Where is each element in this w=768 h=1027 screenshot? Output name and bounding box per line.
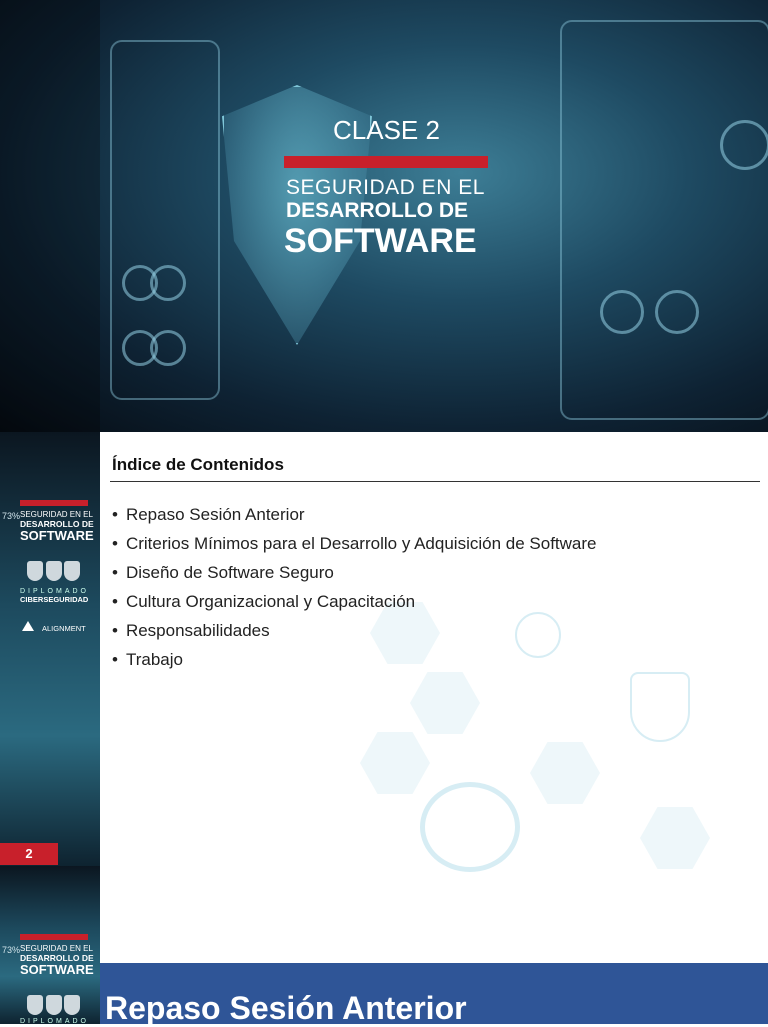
sidebar-line3: SOFTWARE (20, 528, 94, 543)
ciberseguridad-label: CIBERSEGURIDAD (20, 595, 89, 604)
heading-divider (110, 481, 760, 482)
red-divider (20, 500, 88, 506)
university-logo (64, 561, 80, 581)
university-logo (64, 995, 80, 1015)
university-logo (46, 561, 62, 581)
list-item: Diseño de Software Seguro (112, 562, 596, 591)
hud-panel (0, 0, 100, 432)
lock-icon (420, 782, 520, 872)
alignment-logo-icon (22, 621, 34, 631)
red-divider (284, 156, 488, 168)
list-item: Trabajo (112, 649, 596, 678)
cover-subtitle-1: SEGURIDAD EN EL (286, 176, 485, 199)
list-item: Repaso Sesión Anterior (112, 504, 596, 533)
hexagon-decoration (530, 742, 600, 804)
red-divider (20, 934, 88, 940)
lock-shield-icon (630, 672, 690, 742)
list-item: Cultura Organizacional y Capacitación (112, 591, 596, 620)
cover-subtitle-2: DESARROLLO DE (286, 199, 469, 222)
diplomado-label: DIPLOMADO (20, 588, 90, 595)
university-logo (27, 561, 43, 581)
slide-sidebar: 73% SEGURIDAD EN EL DESARROLLO DE SOFTWA… (0, 432, 100, 866)
cover-subtitle-3: SOFTWARE (284, 222, 477, 260)
sidebar-line3: SOFTWARE (20, 962, 94, 977)
hud-ring (655, 290, 699, 334)
hud-panel (560, 20, 768, 420)
page-number: 2 (0, 843, 58, 865)
percent-readout: 73% (2, 511, 21, 521)
sidebar-line1: SEGURIDAD EN EL (20, 510, 93, 519)
hexagon-decoration (410, 672, 480, 734)
hexagon-decoration (640, 807, 710, 869)
hexagon-decoration (360, 732, 430, 794)
university-logo (46, 995, 62, 1015)
slide-sidebar: 73% SEGURIDAD EN EL DESARROLLO DE SOFTWA… (0, 866, 100, 1024)
diplomado-label: DIPLOMADO (20, 1018, 90, 1024)
hud-ring (600, 290, 644, 334)
class-label: CLASE 2 (333, 115, 440, 145)
hud-ring (150, 330, 186, 366)
university-logo (27, 995, 43, 1015)
alignment-label: ALIGNMENT (42, 624, 86, 633)
hud-ring (720, 120, 768, 170)
section-banner: Repaso Sesión Anterior (100, 963, 768, 1026)
index-heading: Índice de Contenidos (112, 455, 284, 474)
cover-slide: CLASE 2 SEGURIDAD EN EL DESARROLLO DE SO… (0, 0, 768, 432)
contents-list: Repaso Sesión Anterior Criterios Mínimos… (112, 504, 597, 678)
percent-readout: 73% (2, 945, 21, 955)
hud-ring (150, 265, 186, 301)
sidebar-line1: SEGURIDAD EN EL (20, 944, 93, 953)
list-item: Responsabilidades (112, 620, 596, 649)
list-item: Criterios Mínimos para el Desarrollo y A… (112, 533, 597, 562)
section-title: Repaso Sesión Anterior (105, 990, 467, 1026)
